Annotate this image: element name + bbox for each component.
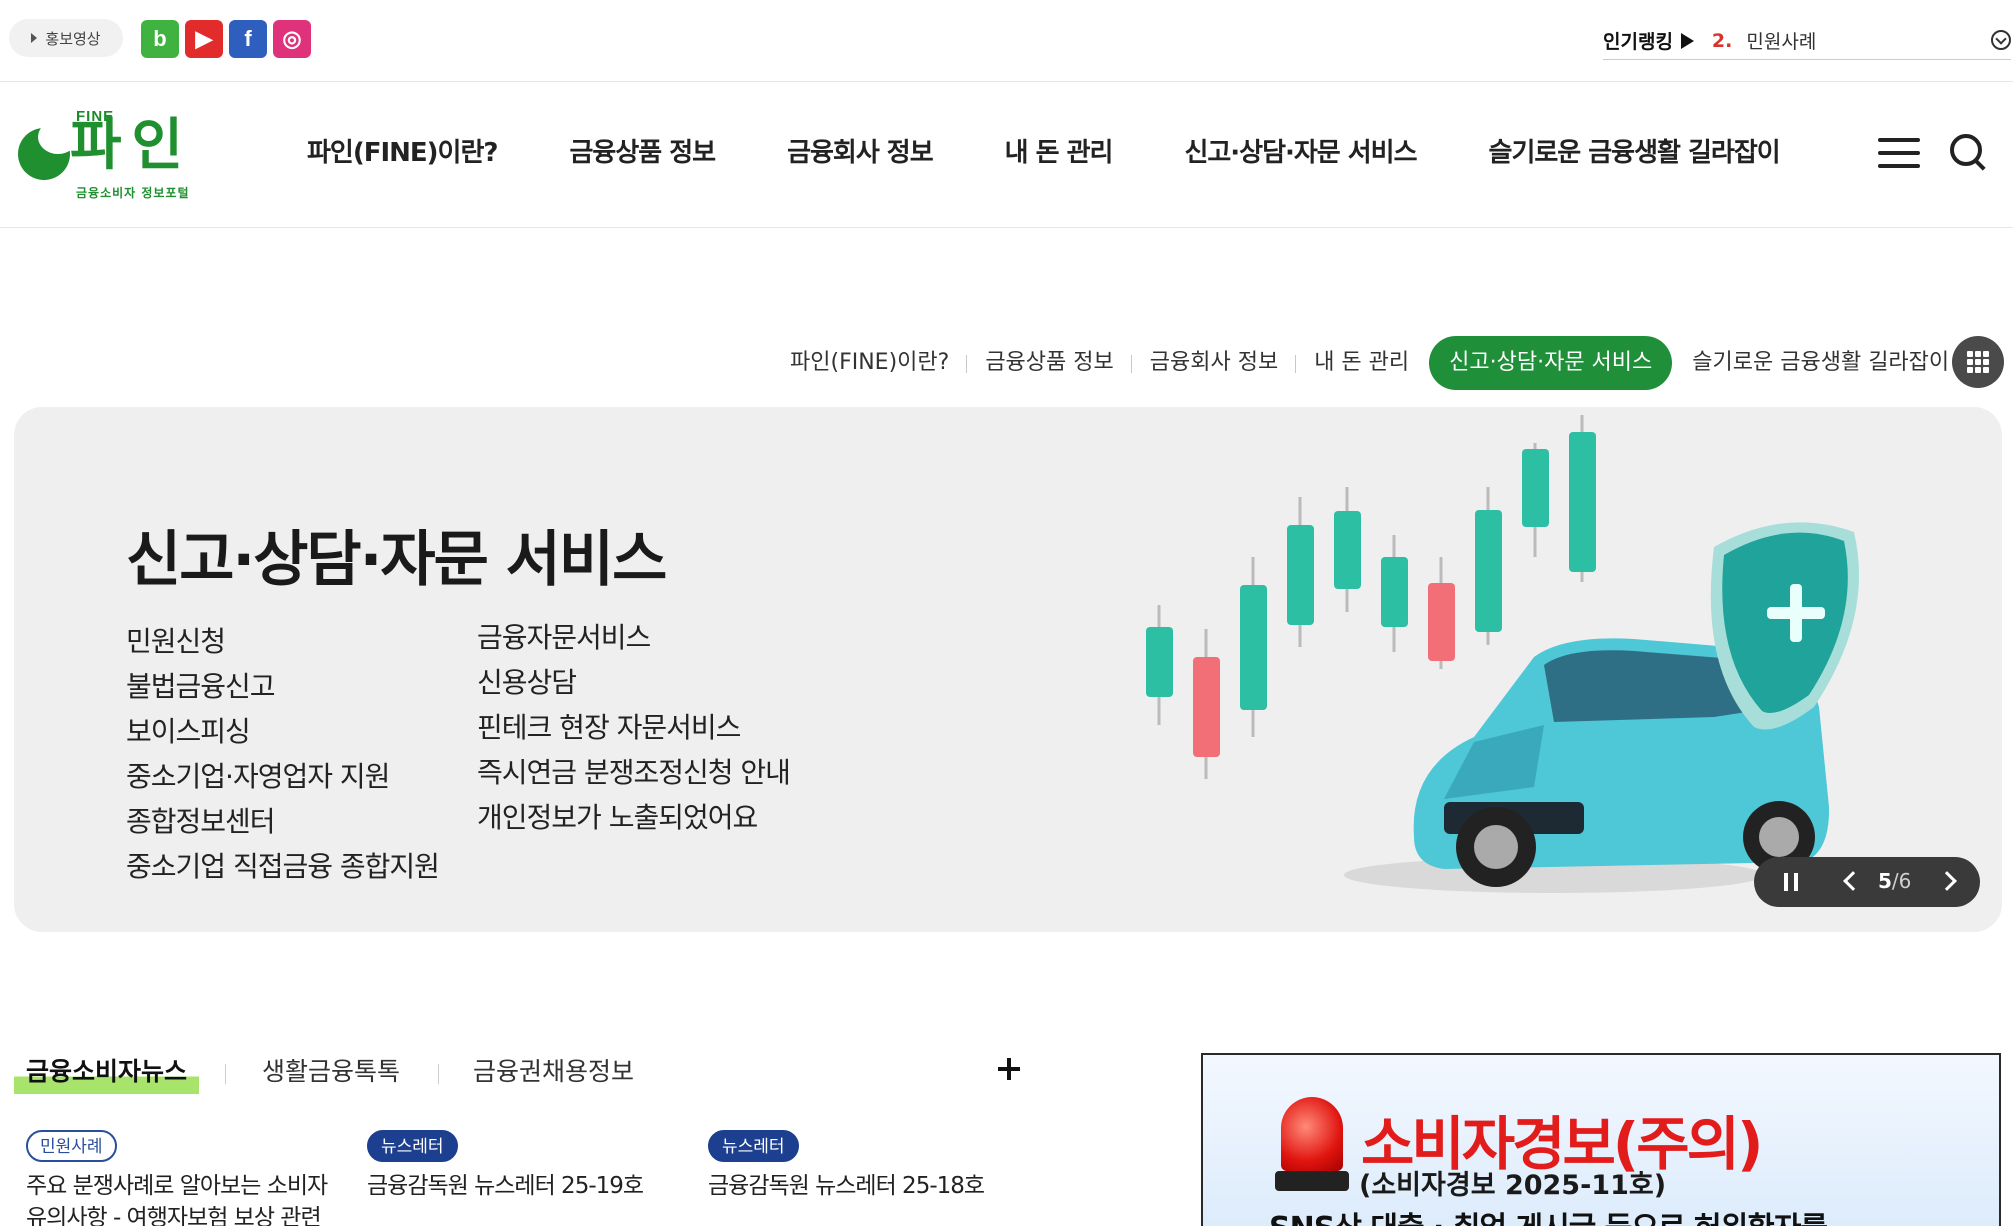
facebook-icon[interactable]: f [229, 20, 267, 58]
subnav-item-my-money[interactable]: 내 돈 관리 [1296, 336, 1427, 390]
slide-total: 6 [1898, 869, 1912, 893]
gnb-item-guide[interactable]: 슬기로운 금융생활 길라잡이 [1489, 132, 1781, 169]
fine-logo[interactable]: FINE 파인 금융소비자 정보포털 [18, 108, 198, 204]
category-badge: 뉴스레터 [367, 1130, 458, 1162]
hero-title: 신고·상담·자문 서비스 [126, 525, 667, 595]
news-item[interactable]: 민원사례 주요 분쟁사례로 알아보는 소비자 유의사항 - 여행자보험 보상 관… [26, 1130, 346, 1226]
category-subnav: 파인(FINE)이란? 금융상품 정보 금융회사 정보 내 돈 관리 신고·상담… [772, 336, 1967, 390]
tab-consumer-news[interactable]: 금융소비자뉴스 [14, 1050, 200, 1094]
slider-controls: 5/6 [1754, 857, 1980, 907]
hero-link-credit-consult[interactable]: 신용상담 [477, 660, 790, 705]
menu-icon[interactable] [1878, 138, 1920, 168]
subnav-item-guide[interactable]: 슬기로운 금융생활 길라잡이 [1674, 336, 1967, 390]
next-slide-icon[interactable] [1937, 871, 1957, 891]
hero-link-annuity-dispute[interactable]: 즉시연금 분쟁조정신청 안내 [477, 750, 791, 795]
promo-video-button[interactable]: 홍보영상 [9, 19, 123, 57]
logo-mark-icon [18, 120, 78, 180]
subnav-item-about[interactable]: 파인(FINE)이란? [772, 336, 968, 390]
logo-word: 파인 [70, 113, 194, 178]
play-triangle-icon [31, 33, 38, 43]
slide-separator: / [1891, 869, 1899, 893]
tab-life-finance[interactable]: 생활금융톡톡 [262, 1050, 400, 1094]
consumer-alert-banner[interactable]: 소비자경보(주의) (소비자경보 2025-11호) SNS상 대출 · 취업 … [1201, 1053, 2001, 1226]
promo-video-label: 홍보영상 [45, 29, 101, 48]
main-header: FINE 파인 금융소비자 정보포털 파인(FINE)이란? 금융상품 정보 금… [0, 82, 2013, 228]
hero-link-sme-support[interactable]: 중소기업·자영업자 지원 [126, 754, 439, 799]
hero-link-sme-finance[interactable]: 중소기업 직접금융 종합지원 [126, 844, 440, 889]
category-badge: 민원사례 [26, 1130, 117, 1162]
more-plus-icon[interactable] [998, 1058, 1020, 1080]
news-title[interactable]: 주요 분쟁사례로 알아보는 소비자 유의사항 - 여행자보험 보상 관련 [26, 1170, 346, 1226]
tab-finance-jobs[interactable]: 금융권채용정보 [473, 1050, 634, 1094]
gnb-item-my-money[interactable]: 내 돈 관리 [1005, 132, 1114, 169]
subnav-item-companies[interactable]: 금융회사 정보 [1132, 336, 1297, 390]
grid-icon [1967, 351, 1989, 373]
hero-link-fintech-advisory[interactable]: 핀테크 현장 자문서비스 [477, 705, 790, 750]
news-tabs: 금융소비자뉴스 생활금융톡톡 금융권채용정보 [14, 1050, 1024, 1094]
subnav-item-products[interactable]: 금융상품 정보 [967, 336, 1133, 390]
popular-ranking[interactable]: 인기랭킹 2. 민원사례 [1603, 22, 2011, 60]
category-badge: 뉴스레터 [708, 1130, 799, 1162]
ranking-expand-icon[interactable] [1991, 30, 2011, 50]
ranking-item-link[interactable]: 민원사례 [1746, 27, 1816, 54]
logo-subtitle: 금융소비자 정보포털 [76, 186, 190, 200]
slide-current: 5 [1878, 869, 1892, 893]
ranking-label: 인기랭킹 [1603, 31, 1673, 53]
hero-link-complaint[interactable]: 민원신청 [126, 619, 439, 664]
gnb-item-report-consult[interactable]: 신고·상담·자문 서비스 [1184, 132, 1417, 169]
gnb-item-about[interactable]: 파인(FINE)이란? [307, 132, 498, 169]
subnav-item-report-consult[interactable]: 신고·상담·자문 서비스 [1429, 336, 1673, 390]
alert-subtitle: (소비자경보 2025-11호) [1359, 1170, 1667, 1201]
hero-illustration [1146, 415, 1859, 893]
alert-description: SNS상 대출 · 취업 게시글 등으로 허위환자를 [1269, 1203, 1828, 1226]
youtube-icon[interactable]: ▶ [185, 20, 223, 58]
blog-icon[interactable]: b [141, 20, 179, 58]
prev-slide-icon[interactable] [1843, 871, 1863, 891]
top-utility-bar: 홍보영상 b ▶ f ◎ 인기랭킹 2. 민원사례 [0, 0, 2013, 82]
instagram-icon[interactable]: ◎ [273, 20, 311, 58]
news-item[interactable]: 뉴스레터 금융감독원 뉴스레터 25-19호 [367, 1130, 687, 1202]
ranking-arrow-icon [1680, 32, 1694, 49]
hero-link-advisory[interactable]: 금융자문서비스 [477, 615, 790, 660]
news-item[interactable]: 뉴스레터 금융감독원 뉴스레터 25-18호 [708, 1130, 1028, 1202]
global-nav: 파인(FINE)이란? 금융상품 정보 금융회사 정보 내 돈 관리 신고·상담… [307, 132, 1781, 169]
gnb-item-products[interactable]: 금융상품 정보 [569, 132, 716, 169]
siren-icon [1275, 1097, 1349, 1195]
hero-link-voice-phishing[interactable]: 보이스피싱 [126, 709, 439, 754]
hero-link-privacy-exposed[interactable]: 개인정보가 노출되었어요 [477, 795, 790, 840]
ranking-number: 2. [1711, 29, 1733, 52]
hero-link-illegal-report[interactable]: 불법금융신고 [126, 664, 439, 709]
search-icon[interactable] [1948, 132, 1986, 170]
pause-icon[interactable] [1784, 873, 1798, 891]
slide-indicator: 5/6 [1878, 869, 1911, 893]
all-menu-grid-button[interactable] [1952, 336, 2004, 388]
hero-links-col1: 민원신청 불법금융신고 보이스피싱 중소기업·자영업자 지원 종합정보센터 중소… [126, 619, 440, 889]
gnb-item-companies[interactable]: 금융회사 정보 [787, 132, 934, 169]
news-title[interactable]: 금융감독원 뉴스레터 25-19호 [367, 1170, 687, 1202]
hero-banner: 신고·상담·자문 서비스 민원신청 불법금융신고 보이스피싱 중소기업·자영업자… [14, 407, 2002, 932]
hero-link-info-center[interactable]: 종합정보센터 [126, 799, 439, 844]
news-title[interactable]: 금융감독원 뉴스레터 25-18호 [708, 1170, 1028, 1202]
hero-links-col2: 금융자문서비스 신용상담 핀테크 현장 자문서비스 즉시연금 분쟁조정신청 안내… [477, 615, 791, 840]
